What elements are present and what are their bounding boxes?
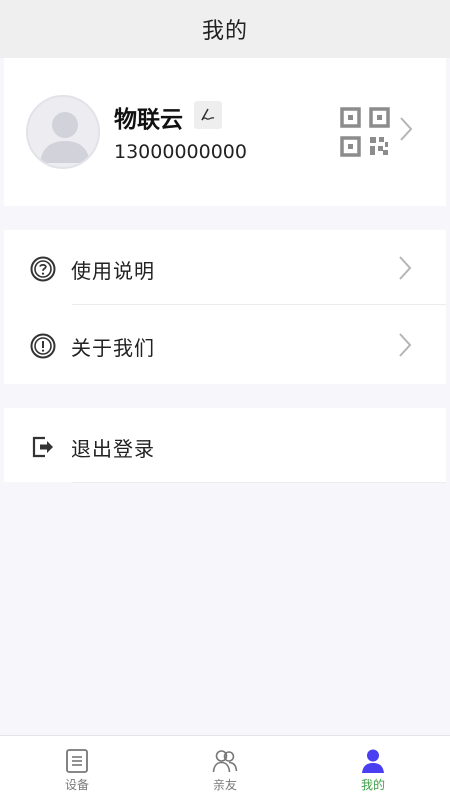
app-header: 我的: [0, 0, 450, 58]
logout-icon: [32, 436, 53, 458]
menu-item-label: 关于我们: [71, 336, 155, 360]
menu-group-account: 退出登录: [4, 408, 446, 484]
signature-edit-icon: [201, 108, 215, 121]
menu-item-label: 退出登录: [71, 437, 155, 461]
chevron-right-icon: [400, 117, 413, 141]
tab-mine[interactable]: 我的: [298, 736, 448, 800]
tab-label: 设备: [64, 778, 89, 792]
menu-item-about-us[interactable]: 关于我们: [4, 307, 446, 383]
divider: [72, 482, 446, 483]
page-title: 我的: [201, 19, 248, 44]
user-icon: [362, 749, 384, 773]
profile-card[interactable]: 物联云 13000000000: [4, 58, 446, 206]
menu-item-logout[interactable]: 退出登录: [4, 408, 446, 484]
list-icon: [66, 749, 88, 773]
avatar-placeholder-icon: [40, 112, 90, 163]
menu-item-label: 使用说明: [71, 259, 155, 283]
menu-item-instructions[interactable]: 使用说明: [4, 230, 446, 306]
tab-label: 亲友: [212, 778, 237, 792]
tab-contacts[interactable]: 亲友: [150, 736, 300, 800]
info-circle-icon: [30, 333, 56, 359]
profile-phone: 13000000000: [114, 141, 247, 163]
edit-name-button[interactable]: [194, 101, 222, 129]
contacts-icon: [212, 750, 238, 773]
divider: [72, 304, 446, 305]
qr-code-icon[interactable]: [339, 106, 391, 158]
app-root: 我的 物联云 13000000000 使用说明 关于我们 退出登录 设备 亲友 …: [0, 0, 450, 800]
chevron-right-icon: [399, 256, 412, 280]
avatar[interactable]: [26, 95, 100, 169]
menu-group-info: 使用说明 关于我们: [4, 230, 446, 384]
help-circle-icon: [30, 256, 56, 282]
profile-name: 物联云: [114, 107, 183, 133]
chevron-right-icon: [399, 333, 412, 357]
tab-devices[interactable]: 设备: [2, 736, 152, 800]
tab-label: 我的: [360, 778, 385, 792]
bottom-tab-bar: 设备 亲友 我的: [0, 735, 450, 800]
